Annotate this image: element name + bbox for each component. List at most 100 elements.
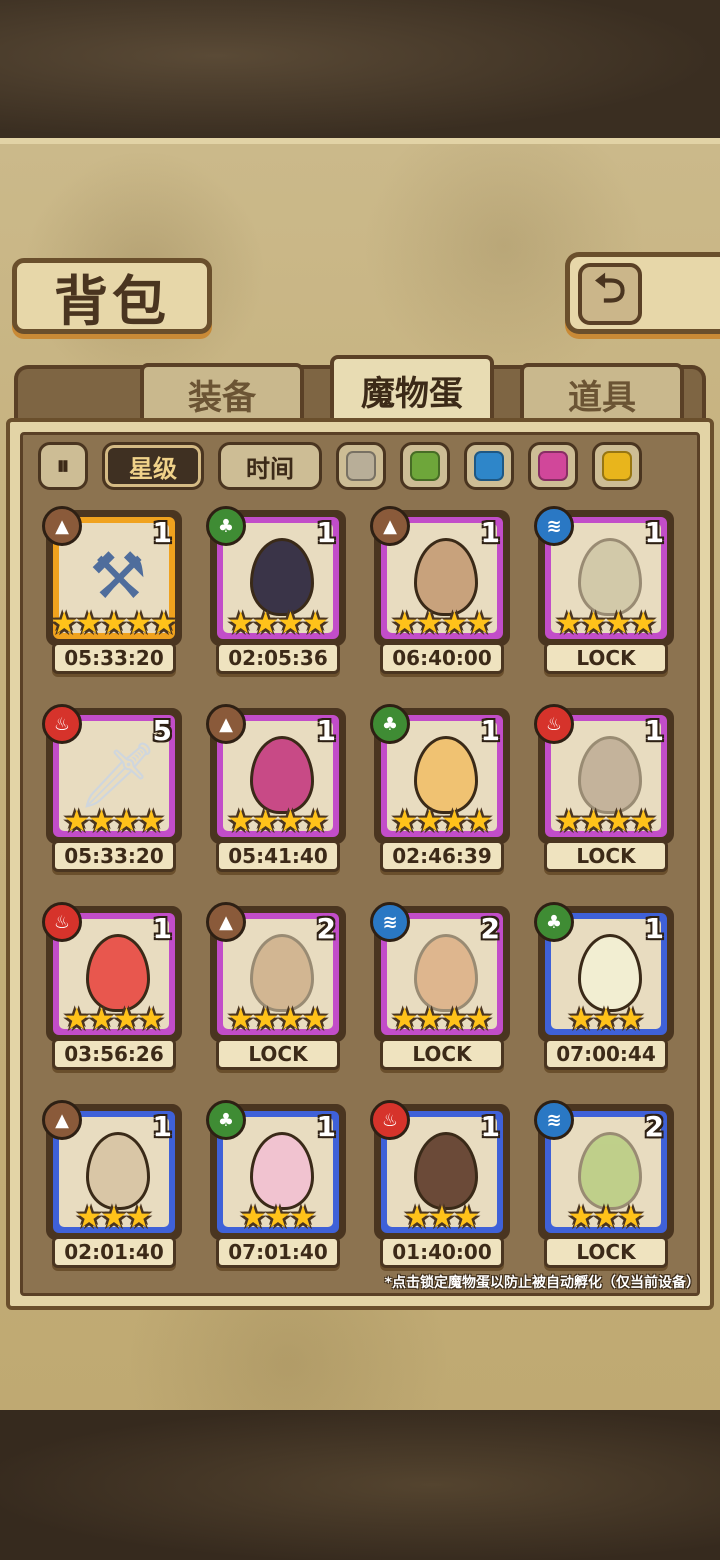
star-rating: ★ ★ ★ ★: [46, 1004, 182, 1036]
item-count: 1: [316, 714, 336, 747]
egg-card[interactable]: ♨ 1 ★ ★ ★ ★ 03:56:26: [42, 902, 182, 1076]
item-count: 1: [644, 714, 664, 747]
egg-card[interactable]: ▲ 1 ★ ★ ★ ★ 06:40:00: [370, 506, 510, 680]
egg-card[interactable]: ♨ 1 ★ ★ ★ 01:40:00: [370, 1100, 510, 1274]
item-count: 1: [152, 516, 172, 549]
background-bottom: [0, 1410, 720, 1560]
lock-button[interactable]: LOCK: [216, 1038, 340, 1070]
fire-element-icon: ♨: [534, 704, 574, 744]
star-icon: ★: [567, 1002, 595, 1037]
egg-shape: [250, 1132, 314, 1210]
item-count: 1: [644, 516, 664, 549]
hatch-timer[interactable]: 05:41:40: [216, 840, 340, 872]
filter-gray-button[interactable]: [336, 442, 386, 490]
star-icon: ★: [629, 804, 657, 839]
item-count: 1: [644, 912, 664, 945]
star-icon: ★: [403, 1200, 431, 1235]
tab-equipment[interactable]: 装备: [140, 363, 304, 421]
sort-by-time-button[interactable]: 时间: [218, 442, 322, 490]
hatch-timer[interactable]: 07:01:40: [216, 1236, 340, 1268]
hatch-timer[interactable]: 02:05:36: [216, 642, 340, 674]
egg-card[interactable]: ≋ 2 ★ ★ ★ ★ LOCK: [370, 902, 510, 1076]
egg-card[interactable]: ♨ 1 ★ ★ ★ ★ LOCK: [534, 704, 674, 878]
star-icon: ★: [629, 606, 657, 641]
tab-items[interactable]: 道具: [520, 363, 684, 421]
egg-shape: [578, 736, 642, 814]
egg-card[interactable]: 🗡 ♨ 5 ★ ★ ★ ★ 05:33:20: [42, 704, 182, 878]
egg-card[interactable]: ≋ 2 ★ ★ ★ LOCK: [534, 1100, 674, 1274]
filter-green-button[interactable]: [400, 442, 450, 490]
earth-element-icon: ▲: [42, 1100, 82, 1140]
filter-pink-button[interactable]: [528, 442, 578, 490]
hatch-timer[interactable]: 02:46:39: [380, 840, 504, 872]
star-icon: ★: [592, 1200, 620, 1235]
egg-shape: [86, 1132, 150, 1210]
lock-hint: *点击锁定魔物蛋以防止被自动孵化（仅当前设备）: [384, 1275, 700, 1291]
star-icon: ★: [227, 1002, 255, 1037]
hatch-timer[interactable]: 03:56:26: [52, 1038, 176, 1070]
tab-monster-egg[interactable]: 魔物蛋: [330, 355, 494, 421]
egg-card[interactable]: ▲ 1 ★ ★ ★ ★ 05:41:40: [206, 704, 346, 878]
star-icon: ★: [301, 606, 329, 641]
egg-card[interactable]: ♣ 1 ★ ★ ★ ★ 02:05:36: [206, 506, 346, 680]
wood-element-icon: ♣: [206, 1100, 246, 1140]
sort-by-star-button[interactable]: 星级: [102, 442, 204, 490]
star-icon: ★: [391, 1002, 419, 1037]
filter-blue-button[interactable]: [464, 442, 514, 490]
tab-bar: 装备 魔物蛋 道具: [14, 355, 706, 421]
egg-card[interactable]: ▲ 1 ★ ★ ★ 02:01:40: [42, 1100, 182, 1274]
egg-shape: [250, 736, 314, 814]
egg-card[interactable]: ♣ 1 ★ ★ ★ 07:01:40: [206, 1100, 346, 1274]
star-icon: ★: [239, 1200, 267, 1235]
hatch-timer[interactable]: 06:40:00: [380, 642, 504, 674]
back-button[interactable]: ⮌: [565, 252, 720, 334]
lock-button[interactable]: LOCK: [380, 1038, 504, 1070]
swatch-color: [538, 451, 568, 481]
filter-bar: ⏸ 星级 时间: [38, 442, 678, 490]
star-icon: ★: [137, 1002, 165, 1037]
star-rating: ★ ★ ★ ★: [210, 1004, 346, 1036]
star-icon: ★: [441, 606, 468, 641]
wood-element-icon: ♣: [370, 704, 410, 744]
egg-shape: [414, 1132, 478, 1210]
lock-button[interactable]: LOCK: [544, 1236, 668, 1268]
star-icon: ★: [465, 1002, 493, 1037]
hatch-timer[interactable]: 05:33:20: [52, 642, 176, 674]
collapse-icon[interactable]: ⏸: [38, 442, 88, 490]
star-icon: ★: [277, 606, 304, 641]
star-icon: ★: [580, 804, 607, 839]
hatch-timer[interactable]: 07:00:44: [544, 1038, 668, 1070]
egg-card[interactable]: ♣ 1 ★ ★ ★ ★ 02:46:39: [370, 704, 510, 878]
lock-button[interactable]: LOCK: [544, 840, 668, 872]
star-rating: ★ ★ ★: [374, 1202, 510, 1234]
star-icon: ★: [277, 804, 304, 839]
hatch-timer[interactable]: 01:40:00: [380, 1236, 504, 1268]
star-rating: ★ ★ ★ ★: [538, 608, 674, 640]
star-icon: ★: [428, 1200, 456, 1235]
page-title: 背包: [54, 268, 170, 333]
egg-shape: [250, 934, 314, 1012]
egg-card[interactable]: ♣ 1 ★ ★ ★ 07:00:44: [534, 902, 674, 1076]
lock-button[interactable]: LOCK: [544, 642, 668, 674]
star-icon: ★: [88, 1002, 115, 1037]
star-icon: ★: [113, 804, 140, 839]
star-rating: ★ ★ ★ ★: [374, 608, 510, 640]
filter-yellow-button[interactable]: [592, 442, 642, 490]
swatch-color: [474, 451, 504, 481]
hatch-timer[interactable]: 02:01:40: [52, 1236, 176, 1268]
item-count: 1: [316, 516, 336, 549]
egg-shape: [250, 538, 314, 616]
egg-card[interactable]: ⚒ ▲ 1 ★ ★ ★ ★ ★ 05:33:20: [42, 506, 182, 680]
hatch-timer[interactable]: 05:33:20: [52, 840, 176, 872]
star-icon: ★: [150, 606, 178, 641]
star-icon: ★: [125, 1200, 153, 1235]
star-icon: ★: [605, 606, 632, 641]
egg-card[interactable]: ≋ 1 ★ ★ ★ ★ LOCK: [534, 506, 674, 680]
star-icon: ★: [50, 606, 78, 641]
star-icon: ★: [75, 1200, 103, 1235]
star-icon: ★: [617, 1200, 645, 1235]
back-arrow-icon[interactable]: ⮌: [578, 263, 642, 325]
fire-element-icon: ♨: [42, 704, 82, 744]
egg-card[interactable]: ▲ 2 ★ ★ ★ ★ LOCK: [206, 902, 346, 1076]
item-count: 1: [152, 1110, 172, 1143]
